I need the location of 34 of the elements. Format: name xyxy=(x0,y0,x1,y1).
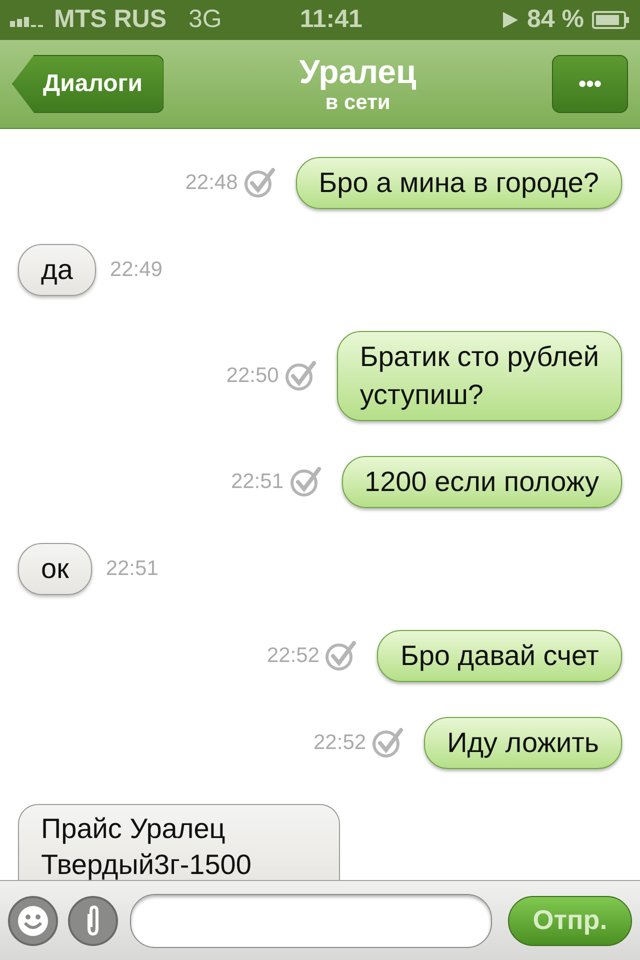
message-time: 22:50 xyxy=(226,364,279,388)
carrier-name: MTS RUS xyxy=(54,5,166,34)
message-input[interactable] xyxy=(130,894,492,948)
message-time: 22:52 xyxy=(266,644,320,668)
online-status: в сети xyxy=(325,90,390,115)
message-time: 22:52 xyxy=(314,730,366,755)
message-time: 22:51 xyxy=(230,470,284,494)
message-bubble: Бро давай счет xyxy=(377,630,622,682)
location-icon xyxy=(501,10,520,29)
message-bubble: ок xyxy=(18,542,92,595)
paperclip-icon[interactable] xyxy=(68,896,118,946)
clock-time: 11:41 xyxy=(300,5,362,34)
send-button[interactable]: Отпр. xyxy=(508,896,632,946)
message-time: 22:51 xyxy=(106,556,158,581)
check-icon xyxy=(244,166,276,199)
contact-name: Уралец xyxy=(299,52,416,91)
check-icon xyxy=(325,640,358,672)
check-icon xyxy=(372,726,404,759)
check-icon xyxy=(290,466,322,498)
smiley-icon[interactable] xyxy=(8,896,58,946)
message-time: 22:48 xyxy=(185,170,238,195)
network-type: 3G xyxy=(188,5,222,34)
check-icon xyxy=(284,360,317,392)
message-bubble: Прайс Уралец Твердый3г-1500 xyxy=(18,804,340,880)
message-bubble: Иду ложить xyxy=(424,716,622,769)
message-bubble: Братик сто рублей уступиш? xyxy=(336,330,622,421)
message-time: 22:49 xyxy=(110,258,162,282)
message-bubble: 1200 если положу xyxy=(342,456,622,508)
back-button[interactable]: Диалоги xyxy=(12,54,164,113)
battery-percent: 84 % xyxy=(527,5,584,34)
message-bubble: Бро а мина в городе? xyxy=(296,156,622,209)
more-button[interactable]: ••• xyxy=(552,54,628,113)
battery-icon xyxy=(592,10,630,29)
message-bubble: да xyxy=(18,244,96,296)
